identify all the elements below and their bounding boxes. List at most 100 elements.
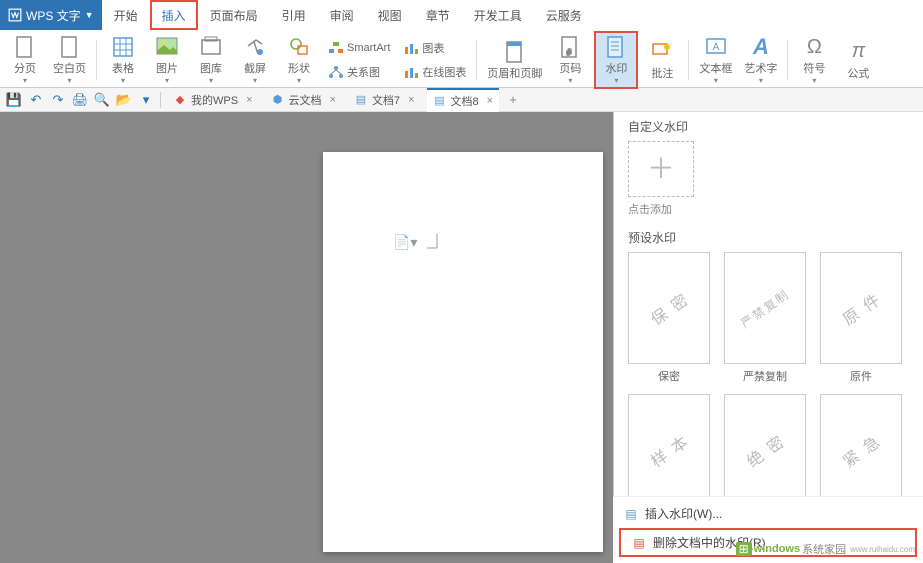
preset-nocopy[interactable]: 严禁复制 严禁复制	[724, 252, 806, 384]
add-watermark-label: 点击添加	[628, 201, 915, 217]
watermark-preview: 样 本	[645, 428, 694, 472]
doctab-mywps[interactable]: ◆ 我的WPS ×	[167, 88, 259, 112]
cursor-position: 📄▾	[393, 232, 447, 252]
ribbon-pagenum[interactable]: # 页码▾	[550, 33, 590, 87]
ribbon-wordart[interactable]: A 艺术字▾	[740, 33, 781, 87]
doctab-label: 文档8	[451, 93, 479, 109]
preset-confidential[interactable]: 保 密 保密	[628, 252, 710, 384]
menu-tab-insert[interactable]: 插入	[150, 0, 198, 30]
headerfooter-icon	[502, 39, 528, 65]
textbox-icon: A	[703, 35, 729, 60]
menu-item-label: 插入水印(W)...	[645, 505, 722, 522]
comment-icon	[649, 39, 675, 65]
ribbon-label: 形状	[288, 60, 310, 76]
divider	[688, 40, 689, 80]
ribbon-chart[interactable]: 图表	[398, 37, 470, 59]
page[interactable]: 📄▾	[323, 152, 603, 552]
ribbon-label: SmartArt	[347, 42, 390, 54]
logo-suffix: 系统家园	[802, 541, 846, 557]
source-watermark: ⊞ windows系统家园 www.ruihaidu.com	[736, 541, 915, 557]
ribbon-textbox[interactable]: A 文本框▾	[695, 33, 736, 87]
ribbon-table[interactable]: 表格▾	[103, 33, 143, 87]
doctab-label: 文档7	[372, 92, 400, 108]
menu-tabs: 开始 插入 页面布局 引用 审阅 视图 章节 开发工具 云服务	[102, 0, 594, 30]
menu-tab-start[interactable]: 开始	[102, 0, 150, 30]
preset-original[interactable]: 原 件 原件	[820, 252, 902, 384]
ribbon: 分页▾ 空白页▾ 表格▾ 图片▾ 图库▾ 截屏▾ 形状▾ SmartArt 关系…	[0, 30, 923, 88]
menu-tab-dev[interactable]: 开发工具	[462, 0, 534, 30]
divider	[476, 40, 477, 80]
print-icon[interactable]: 🖨	[72, 92, 88, 108]
screenshot-icon	[242, 35, 268, 60]
save-icon[interactable]: 💾	[6, 92, 22, 108]
ribbon-watermark[interactable]: 水印▾	[596, 33, 636, 87]
ribbon-label: 分页	[14, 60, 36, 76]
ribbon-pagebreak[interactable]: 分页▾	[5, 33, 45, 87]
windows-flag-icon: ⊞	[736, 542, 752, 556]
more-icon[interactable]: ▾	[138, 92, 154, 108]
preset-grid: 保 密 保密 严禁复制 严禁复制 原 件 原件 样 本 样本 绝 密 绝密 紧 …	[628, 252, 915, 526]
ribbon-label: 批注	[651, 65, 673, 81]
add-tab-icon[interactable]: +	[505, 92, 521, 108]
app-title-text: WPS 文字	[26, 7, 81, 24]
doctab-doc7[interactable]: ▤ 文档7 ×	[348, 88, 421, 112]
ribbon-label: 符号	[803, 60, 825, 76]
doc-remove-icon: ▤	[631, 535, 647, 551]
close-icon[interactable]: ×	[330, 94, 336, 106]
divider	[96, 40, 97, 80]
preview-icon[interactable]: 🔍	[94, 92, 110, 108]
plus-icon: ＋	[647, 155, 675, 183]
ribbon-comment[interactable]: 批注	[642, 33, 682, 87]
ribbon-gallery[interactable]: 图库▾	[191, 33, 231, 87]
close-icon[interactable]: ×	[408, 94, 414, 106]
ribbon-shapes[interactable]: 形状▾	[279, 33, 319, 87]
ribbon-relation[interactable]: 关系图	[323, 61, 394, 83]
wps-icon: ◆	[173, 93, 187, 107]
paste-indicator-icon: 📄▾	[393, 234, 417, 251]
close-icon[interactable]: ×	[246, 94, 252, 106]
app-title-dropdown-icon: ▼	[85, 10, 94, 20]
ribbon-label: 截屏	[244, 60, 266, 76]
menu-tab-layout[interactable]: 页面布局	[198, 0, 270, 30]
doctab-cloud[interactable]: ⬢ 云文档 ×	[265, 88, 342, 112]
open-icon[interactable]: 📂	[116, 92, 132, 108]
chart-icon	[402, 39, 420, 57]
ribbon-label: 艺术字	[744, 60, 777, 76]
cloud-icon: ⬢	[271, 93, 285, 107]
ribbon-picture[interactable]: 图片▾	[147, 33, 187, 87]
blankpage-icon	[57, 35, 83, 60]
ribbon-symbol[interactable]: Ω 符号▾	[794, 33, 834, 87]
doc-icon: ▤	[354, 93, 368, 107]
ribbon-formula[interactable]: π 公式	[838, 33, 878, 87]
ribbon-label: 文本框	[699, 60, 732, 76]
close-icon[interactable]: ×	[487, 95, 493, 107]
ribbon-screenshot[interactable]: 截屏▾	[235, 33, 275, 87]
menu-tab-chapter[interactable]: 章节	[414, 0, 462, 30]
ribbon-label: 关系图	[347, 64, 380, 80]
menu-tab-reference[interactable]: 引用	[270, 0, 318, 30]
ribbon-blankpage[interactable]: 空白页▾	[49, 33, 90, 87]
ribbon-headerfooter[interactable]: 页眉和页脚	[483, 33, 546, 87]
panel-custom-title: 自定义水印	[628, 118, 915, 135]
menu-insert-watermark[interactable]: ▤ 插入水印(W)...	[613, 501, 923, 526]
undo-icon[interactable]: ↶	[28, 92, 44, 108]
watermark-preview: 紧 急	[837, 428, 886, 472]
ribbon-onlinechart[interactable]: 在线图表	[398, 61, 470, 83]
panel-preset-title: 预设水印	[628, 229, 915, 246]
redo-icon[interactable]: ↷	[50, 92, 66, 108]
watermark-label: 保密	[628, 368, 710, 384]
ribbon-smartart[interactable]: SmartArt	[323, 37, 394, 59]
quick-access-bar: 💾 ↶ ↷ 🖨 🔍 📂 ▾ ◆ 我的WPS × ⬢ 云文档 × ▤ 文档7 × …	[0, 88, 923, 112]
doctab-doc8[interactable]: ▤ 文档8 ×	[427, 88, 500, 112]
formula-icon: π	[845, 39, 871, 65]
watermark-icon	[603, 35, 629, 60]
shapes-icon	[286, 35, 312, 60]
menu-tab-view[interactable]: 视图	[366, 0, 414, 30]
menu-tab-cloud[interactable]: 云服务	[534, 0, 594, 30]
doc-icon: ▤	[623, 506, 639, 522]
doc-icon: ▤	[433, 94, 447, 108]
app-title[interactable]: WPS 文字 ▼	[0, 0, 102, 30]
menu-tab-review[interactable]: 审阅	[318, 0, 366, 30]
add-watermark-button[interactable]: ＋	[628, 141, 694, 197]
wordart-icon: A	[748, 34, 774, 60]
